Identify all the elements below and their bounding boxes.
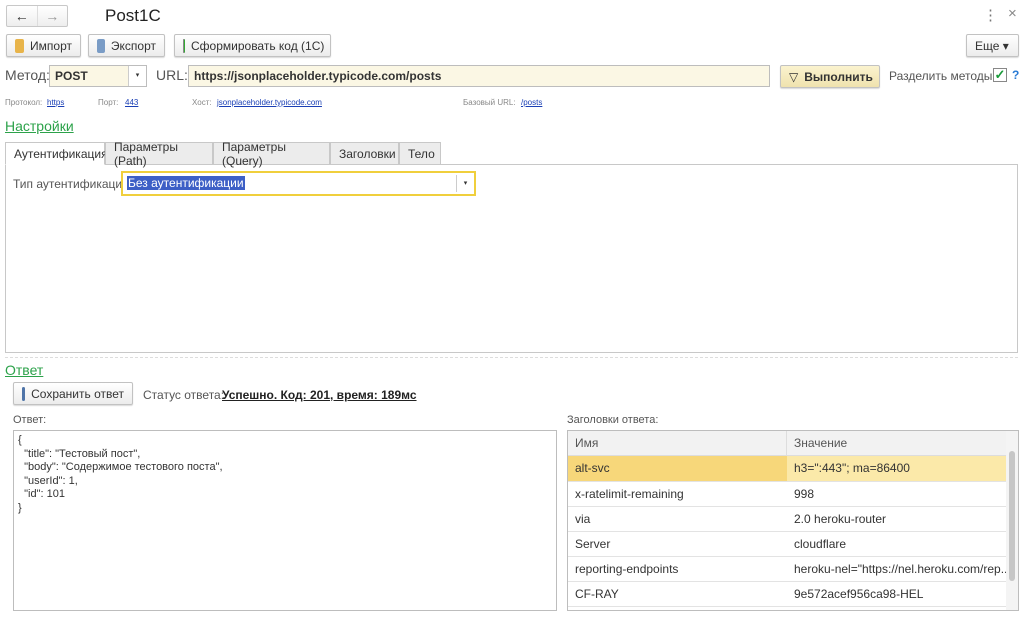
document-check-icon — [183, 38, 185, 53]
import-label: Импорт — [30, 38, 72, 53]
header-value-cell: 9e572acef956ca98-HEL — [787, 581, 1007, 607]
response-body-label: Ответ: — [13, 414, 47, 426]
auth-type-select[interactable]: Без аутентификации ▾ — [121, 171, 476, 196]
execute-button[interactable]: ▽ Выполнить — [780, 65, 880, 88]
status-value[interactable]: Успешно. Код: 201, время: 189мс — [222, 388, 417, 402]
save-label: Сохранить ответ — [31, 386, 124, 401]
header-name-cell: via — [568, 506, 787, 532]
export-gear-icon — [97, 38, 105, 53]
protocol-label: Протокол: — [5, 98, 43, 107]
host-label: Хост: — [192, 98, 212, 107]
header-value-cell: 998 — [787, 481, 1007, 507]
save-response-button[interactable]: Сохранить ответ — [13, 382, 133, 405]
method-value: POST — [55, 69, 88, 83]
import-button[interactable]: Импорт — [6, 34, 81, 57]
settings-section-title[interactable]: Настройки — [5, 118, 74, 134]
tab-body[interactable]: Тело — [399, 142, 441, 165]
folder-gear-icon — [15, 38, 25, 53]
more-actions-icon[interactable]: ⋮ — [983, 6, 998, 24]
url-label: URL: — [156, 67, 188, 83]
header-name-cell: CF-RAY — [568, 581, 787, 607]
protocol-link[interactable]: https — [47, 98, 64, 107]
header-value-cell: h3=":443"; ma=86400 — [787, 456, 1007, 482]
table-row[interactable]: Server cloudflare — [568, 531, 1007, 557]
url-input[interactable]: https://jsonplaceholder.typicode.com/pos… — [188, 65, 770, 87]
method-select[interactable]: POST ▾ — [49, 65, 147, 87]
section-divider — [5, 357, 1018, 358]
table-row[interactable]: CF-RAY 9e572acef956ca98-HEL — [568, 581, 1007, 607]
back-button[interactable]: ← — [7, 6, 38, 26]
response-headers-label: Заголовки ответа: — [567, 414, 659, 426]
auth-type-value: Без аутентификации — [127, 176, 245, 190]
scrollbar[interactable] — [1006, 431, 1018, 610]
scrollbar-thumb[interactable] — [1009, 451, 1015, 581]
export-button[interactable]: Экспорт — [88, 34, 165, 57]
base-url-label: Базовый URL: — [463, 98, 516, 107]
response-section-title[interactable]: Ответ — [5, 362, 43, 378]
header-name-cell: alt-svc — [568, 456, 787, 482]
chevron-down-icon[interactable]: ▾ — [456, 175, 474, 192]
split-methods-label: Разделить методы: — [889, 69, 996, 83]
port-label: Порт: — [98, 98, 119, 107]
table-row[interactable]: reporting-endpoints heroku-nel="https://n… — [568, 556, 1007, 582]
more-button[interactable]: Еще ▾ — [966, 34, 1019, 57]
generate-code-button[interactable]: Сформировать код (1С) — [174, 34, 331, 57]
forward-button[interactable]: → — [38, 6, 68, 26]
tab-path-params[interactable]: Параметры (Path) — [105, 140, 213, 168]
method-label: Метод: — [5, 67, 50, 83]
base-url-link[interactable]: /posts — [521, 98, 542, 107]
split-methods-checkbox[interactable]: ✓ — [993, 68, 1007, 82]
export-label: Экспорт — [110, 38, 156, 53]
status-label: Статус ответа: — [143, 388, 225, 402]
tab-headers[interactable]: Заголовки — [330, 142, 399, 165]
port-link[interactable]: 443 — [125, 98, 138, 107]
nav-buttons: ← → — [6, 5, 68, 27]
auth-type-label: Тип аутентификации: — [13, 177, 133, 191]
floppy-disk-icon — [22, 386, 26, 401]
header-value-cell: cloudflare — [787, 531, 1007, 557]
response-headers-table: Имя Значение alt-svc h3=":443"; ma=86400 x… — [567, 430, 1019, 611]
column-header-value[interactable]: Значение — [787, 431, 1007, 455]
table-row[interactable]: via 2.0 heroku-router — [568, 506, 1007, 532]
table-row[interactable]: alt-svc h3=":443"; ma=86400 — [568, 456, 1007, 482]
header-name-cell: Server — [568, 531, 787, 557]
header-name-cell: x-ratelimit-remaining — [568, 481, 787, 507]
send-icon: ▽ — [789, 69, 799, 84]
close-icon[interactable]: × — [1008, 5, 1017, 22]
header-value-cell: heroku-nel="https://nel.heroku.com/rep..… — [787, 556, 1007, 582]
table-row[interactable]: x-ratelimit-remaining 998 — [568, 481, 1007, 507]
header-name-cell: reporting-endpoints — [568, 556, 787, 582]
generate-label: Сформировать код (1С) — [191, 38, 325, 53]
response-body-textarea[interactable]: { "title": "Тестовый пост", "body": "Сод… — [13, 430, 557, 611]
chevron-down-icon[interactable]: ▾ — [128, 66, 146, 86]
header-value-cell: 2.0 heroku-router — [787, 506, 1007, 532]
window-title: Post1C — [105, 6, 161, 25]
help-icon[interactable]: ? — [1012, 68, 1019, 82]
tab-authentication[interactable]: Аутентификация — [5, 142, 108, 165]
column-header-name[interactable]: Имя — [568, 431, 787, 455]
host-link[interactable]: jsonplaceholder.typicode.com — [217, 98, 322, 107]
tab-query-params[interactable]: Параметры (Query) — [213, 140, 330, 168]
execute-label: Выполнить — [804, 69, 873, 84]
